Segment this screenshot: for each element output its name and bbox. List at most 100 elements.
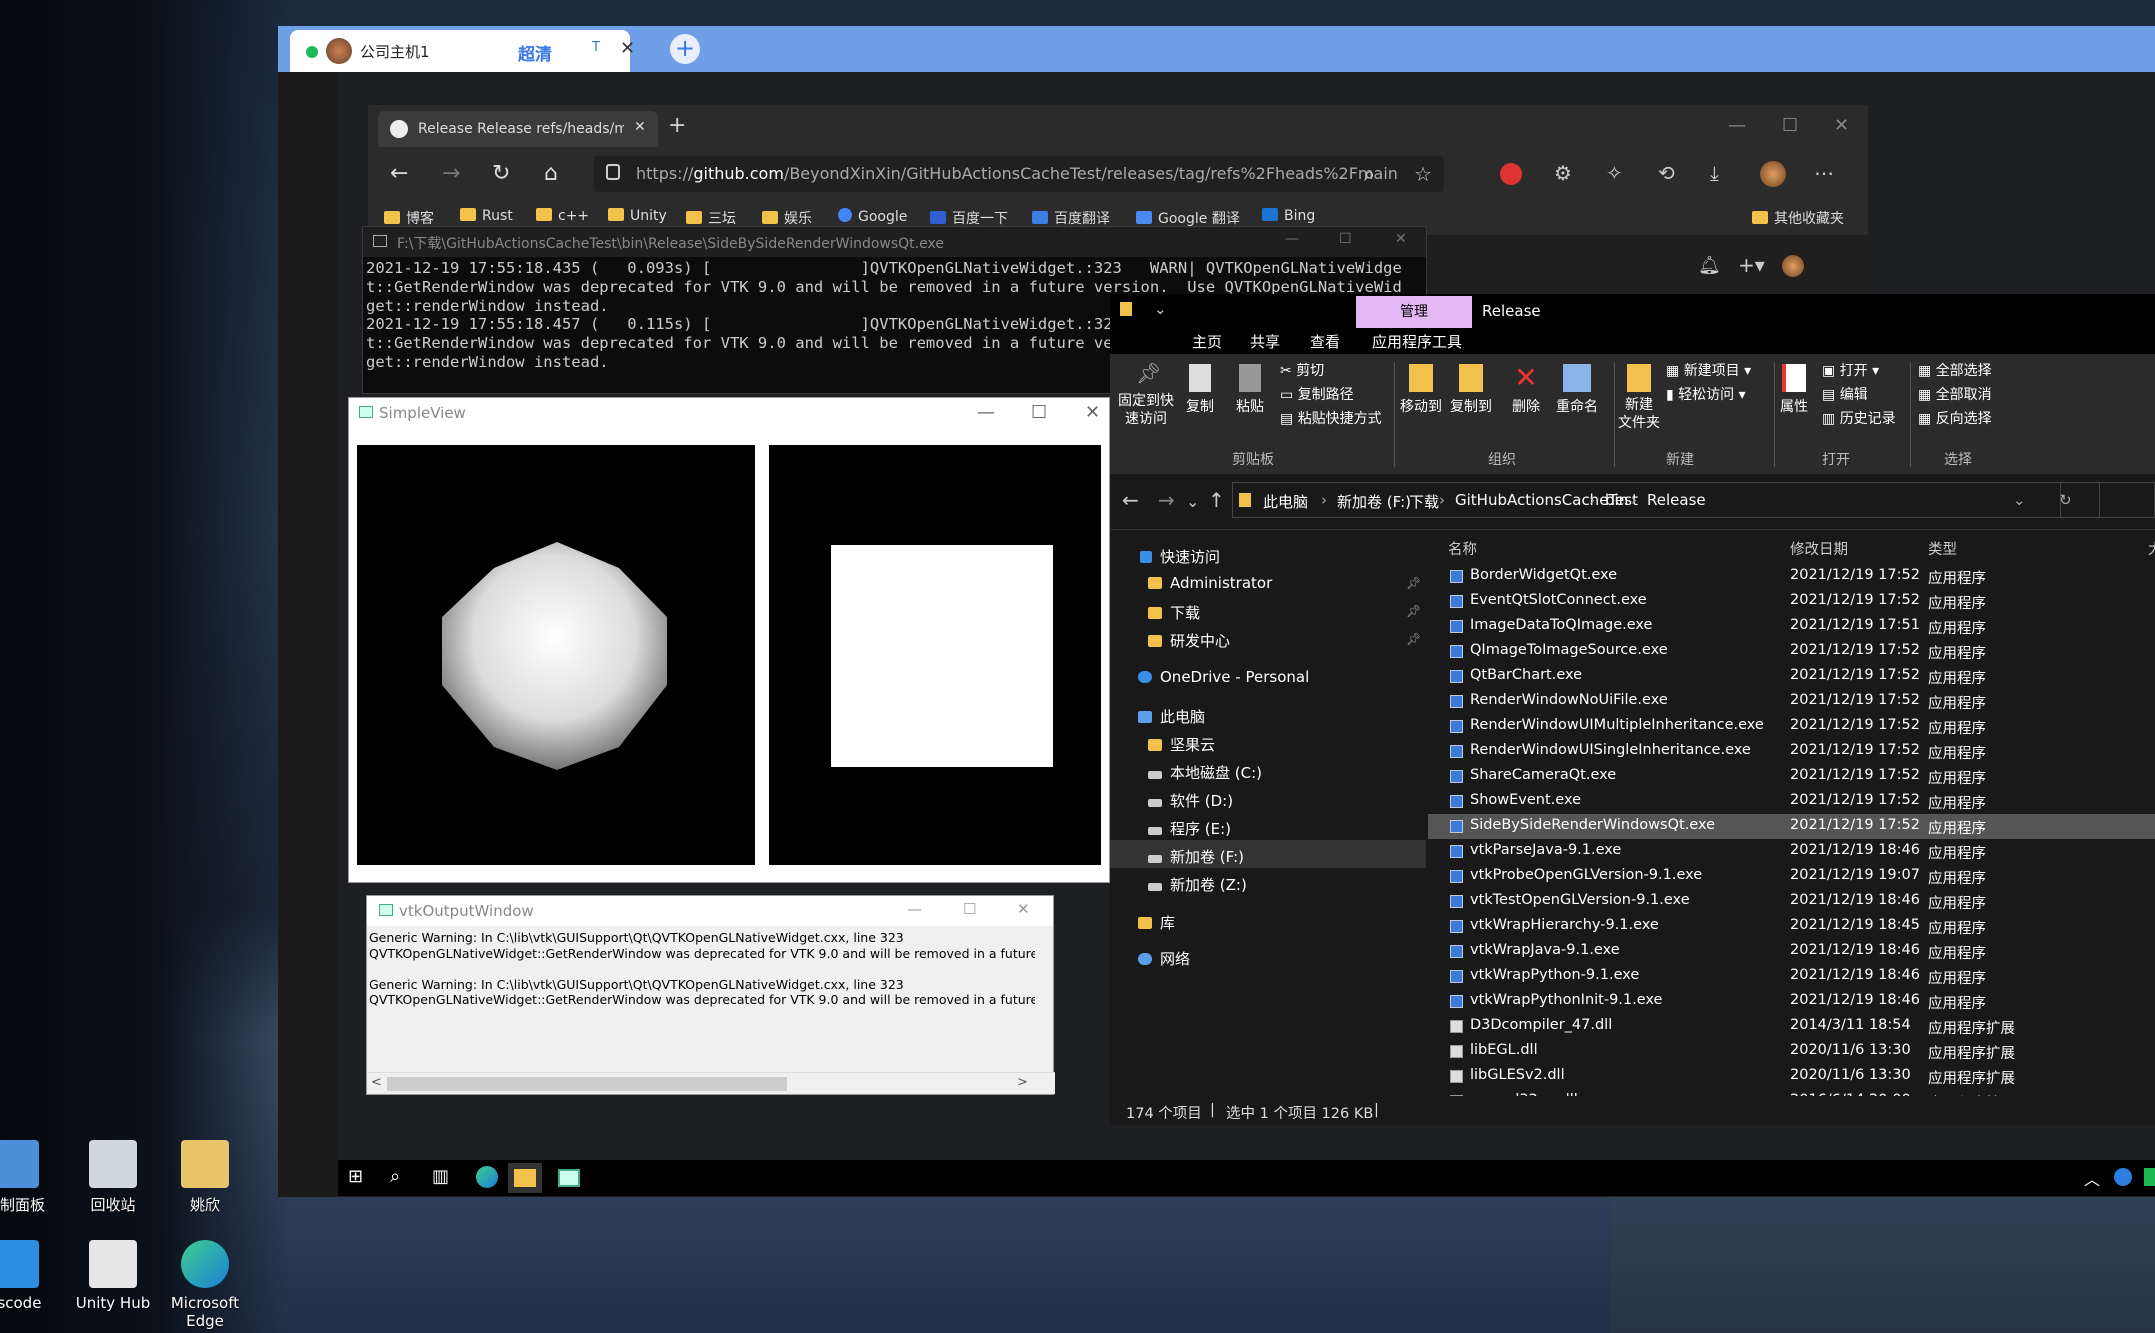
bookmark-item[interactable]: Rust: [460, 208, 513, 224]
tree-this-pc[interactable]: 此电脑: [1138, 706, 1205, 727]
bookmark-item[interactable]: 百度翻译: [1032, 208, 1110, 228]
refresh-icon[interactable]: ↻: [492, 161, 510, 186]
table-row[interactable]: ImageDataToQImage.exe 2021/12/19 17:51 应用程…: [1428, 614, 2155, 639]
tray-app-icon[interactable]: [2114, 1168, 2132, 1186]
minimize-icon[interactable]: —: [977, 402, 995, 423]
bookmark-item[interactable]: Google 翻译: [1136, 208, 1240, 228]
desktop-icon-edge[interactable]: Microsoft Edge: [150, 1240, 260, 1330]
path-dropdown-icon[interactable]: ⌄: [2013, 491, 2026, 509]
close-icon[interactable]: ✕: [1395, 231, 1407, 247]
create-new-icon[interactable]: +▾: [1738, 253, 1765, 277]
bookmark-item[interactable]: Bing: [1262, 208, 1315, 224]
pin-quick-access-button[interactable]: 📌︎ 固定到快 速访问: [1118, 363, 1174, 428]
copy-to-button[interactable]: 复制到: [1450, 364, 1492, 416]
properties-button[interactable]: 属性: [1780, 364, 1808, 416]
table-row[interactable]: RenderWindowNoUiFile.exe 2021/12/19 17:52…: [1428, 689, 2155, 714]
back-icon[interactable]: ←: [1122, 488, 1139, 512]
column-header-date[interactable]: 修改日期: [1790, 538, 1848, 559]
table-row[interactable]: libGLESv2.dll 2020/11/6 13:30 应用程序扩展: [1428, 1064, 2155, 1089]
minimize-icon[interactable]: —: [907, 900, 922, 918]
table-row[interactable]: BorderWidgetQt.exe 2021/12/19 17:52 应用程序: [1428, 564, 2155, 589]
manage-context-tab[interactable]: 管理: [1356, 296, 1472, 328]
tab-share[interactable]: 共享: [1250, 331, 1280, 352]
tree-item[interactable]: 下载: [1148, 602, 1200, 623]
table-row[interactable]: vtkTestOpenGLVersion-9.1.exe 2021/12/19 1…: [1428, 889, 2155, 914]
path-segment[interactable]: Release: [1647, 491, 1706, 509]
tree-item[interactable]: 坚果云: [1148, 734, 1215, 755]
extensions-puzzle-icon[interactable]: ✧: [1606, 161, 1623, 185]
table-row[interactable]: QImageToImageSource.exe 2021/12/19 17:52 应…: [1428, 639, 2155, 664]
table-row[interactable]: QtBarChart.exe 2021/12/19 17:52 应用程序: [1428, 664, 2155, 689]
tab-app-tools[interactable]: 应用程序工具: [1372, 331, 1462, 352]
zoom-icon[interactable]: ⌕: [1364, 162, 1375, 186]
notification-bell-icon[interactable]: 🔔︎: [1698, 255, 1721, 276]
delete-button[interactable]: ✕ 删除: [1512, 364, 1540, 416]
maximize-icon[interactable]: ☐: [1339, 231, 1352, 247]
vtk-output-title-bar[interactable]: vtkOutputWindow — ☐ ✕: [367, 896, 1053, 926]
tree-quick-access[interactable]: 快速访问: [1140, 546, 1220, 567]
path-segment[interactable]: bin: [1605, 491, 1628, 509]
table-row[interactable]: libEGL.dll 2020/11/6 13:30 应用程序扩展: [1428, 1039, 2155, 1064]
browser-tab[interactable]: Release Release refs/heads/main ✕: [378, 111, 658, 147]
select-all-button[interactable]: ▦ 全部选择: [1918, 360, 1992, 380]
history-icon[interactable]: ⟲: [1658, 161, 1675, 185]
forward-icon[interactable]: →: [1158, 488, 1175, 512]
invert-selection-button[interactable]: ▦ 反向选择: [1918, 408, 1992, 428]
forward-icon[interactable]: →: [442, 161, 460, 186]
table-row[interactable]: EventQtSlotConnect.exe 2021/12/19 17:52 应用…: [1428, 589, 2155, 614]
bookmark-item[interactable]: Unity: [608, 208, 667, 224]
quick-access-dropdown-icon[interactable]: ⌄: [1154, 300, 1167, 318]
copy-button[interactable]: 复制: [1186, 364, 1214, 416]
render-view-right[interactable]: [769, 445, 1101, 865]
home-icon[interactable]: ⌂: [544, 161, 558, 186]
easy-access-button[interactable]: ▮ 轻松访问 ▾: [1666, 384, 1746, 404]
more-icon[interactable]: ⋯: [1814, 161, 1834, 185]
user-menu-avatar[interactable]: [1782, 255, 1804, 277]
task-view-icon[interactable]: ▥: [432, 1166, 454, 1188]
open-button[interactable]: ▣ 打开 ▾: [1822, 360, 1879, 380]
path-segment[interactable]: 下载: [1409, 491, 1439, 512]
tree-drive[interactable]: 新加卷 (F:): [1148, 846, 1244, 867]
tree-item[interactable]: Administrator: [1148, 574, 1272, 592]
app-taskbar-icon[interactable]: [558, 1169, 580, 1187]
maximize-icon[interactable]: ☐: [963, 900, 976, 918]
maximize-icon[interactable]: ☐: [1031, 402, 1047, 423]
new-session-button[interactable]: +: [670, 34, 700, 64]
tree-network[interactable]: 网络: [1138, 948, 1190, 969]
column-header-size[interactable]: 大: [2148, 538, 2155, 559]
bookmark-item[interactable]: 娱乐: [762, 208, 812, 228]
table-row[interactable]: ShareCameraQt.exe 2021/12/19 17:52 应用程序: [1428, 764, 2155, 789]
table-row[interactable]: RenderWindowUISingleInheritance.exe 2021/…: [1428, 739, 2155, 764]
up-icon[interactable]: ↑: [1208, 488, 1225, 512]
column-header-type[interactable]: 类型: [1928, 538, 1957, 559]
desktop-icon-user-folder[interactable]: 姚欣: [150, 1140, 260, 1215]
scroll-left-icon[interactable]: <: [371, 1075, 382, 1090]
tree-drive[interactable]: 新加卷 (Z:): [1148, 874, 1247, 895]
table-row[interactable]: vtkWrapHierarchy-9.1.exe 2021/12/19 18:45…: [1428, 914, 2155, 939]
edge-taskbar-icon[interactable]: [476, 1166, 498, 1188]
recent-locations-icon[interactable]: ⌄: [1186, 492, 1199, 511]
path-segment[interactable]: 此电脑: [1263, 491, 1308, 512]
scrollbar-thumb[interactable]: [387, 1077, 787, 1091]
path-segment[interactable]: 新加卷 (F:): [1337, 491, 1411, 512]
copy-path-button[interactable]: ▭ 复制路径: [1280, 384, 1354, 404]
cut-button[interactable]: ✂ 剪切: [1280, 360, 1324, 380]
tray-chevron-icon[interactable]: ︿: [2084, 1166, 2106, 1189]
bookmark-item[interactable]: 三坛: [686, 208, 736, 228]
console-title-bar[interactable]: F:\下载\GitHubActionsCacheTest\bin\Release…: [363, 227, 1426, 257]
simpleview-title-bar[interactable]: SimpleView — ☐ ✕: [349, 398, 1109, 428]
edit-button[interactable]: ▤ 编辑: [1822, 384, 1868, 404]
quick-access-toolbar-icon[interactable]: [1120, 302, 1132, 316]
move-to-button[interactable]: 移动到: [1400, 364, 1442, 416]
close-icon[interactable]: ✕: [1017, 900, 1030, 918]
table-row[interactable]: RenderWindowUIMultipleInheritance.exe 202…: [1428, 714, 2155, 739]
close-icon[interactable]: ✕: [1834, 115, 1849, 136]
minimize-icon[interactable]: —: [1285, 231, 1299, 247]
table-row[interactable]: vtkWrapPythonInit-9.1.exe 2021/12/19 18:4…: [1428, 989, 2155, 1014]
horizontal-scrollbar[interactable]: < >: [367, 1072, 1055, 1094]
close-icon[interactable]: ✕: [1085, 402, 1100, 423]
explorer-taskbar-icon[interactable]: [508, 1163, 542, 1193]
paste-shortcut-button[interactable]: ▤ 粘贴快捷方式: [1280, 408, 1382, 428]
tree-drive[interactable]: 程序 (E:): [1148, 818, 1231, 839]
table-row[interactable]: SideBySideRenderWindowsQt.exe 2021/12/19 …: [1428, 814, 2155, 839]
